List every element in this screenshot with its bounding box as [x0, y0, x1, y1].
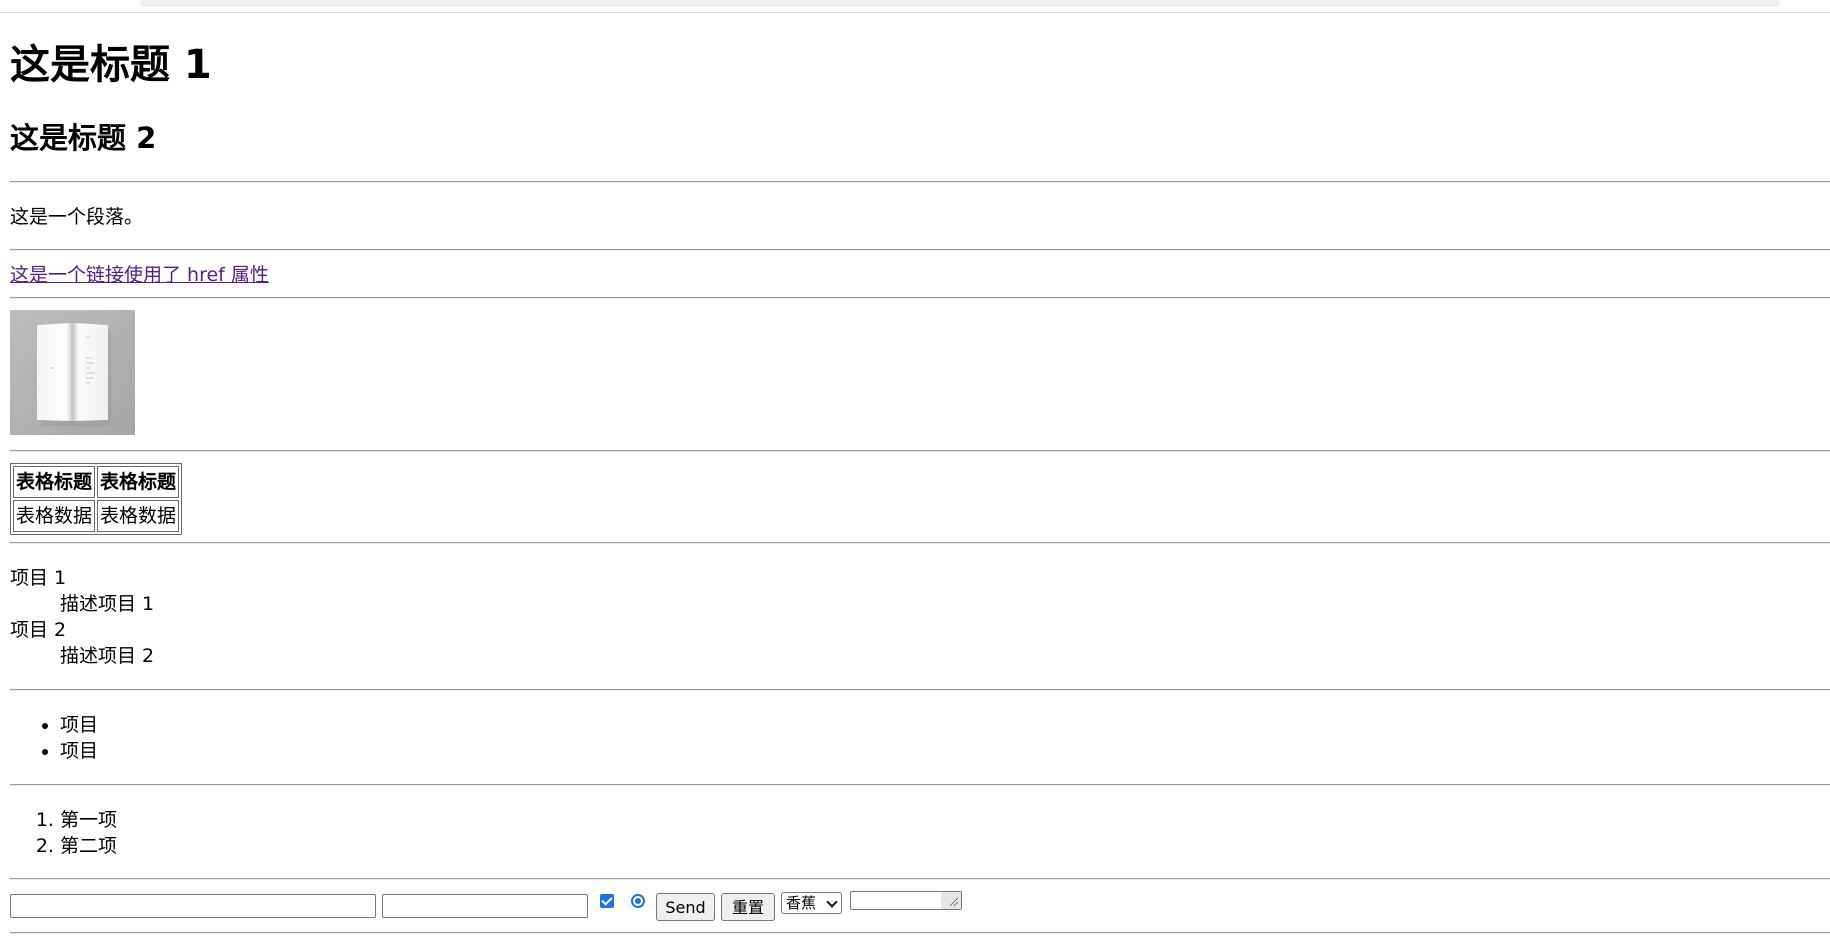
open-book-icon [37, 323, 111, 426]
table-header-cell: 表格标题 [13, 466, 96, 498]
radio-button[interactable] [631, 894, 645, 908]
horizontal-rule [10, 542, 1830, 544]
horizontal-rule [10, 878, 1830, 880]
paragraph: 这是一个段落。 [10, 206, 144, 228]
definition-term: 项目 2 [10, 619, 67, 641]
ordered-list: 第一项 第二项 [10, 807, 117, 859]
definition-list: 项目 1 描述项目 1 项目 2 描述项目 2 [10, 565, 154, 669]
list-item: 第二项 [60, 833, 117, 859]
table-cell: 表格数据 [13, 500, 96, 532]
text-input[interactable] [10, 894, 376, 918]
fruit-select[interactable]: 香蕉 [781, 892, 842, 914]
send-button[interactable]: Send [656, 893, 715, 921]
horizontal-rule [10, 689, 1830, 691]
horizontal-rule [10, 784, 1830, 786]
data-table: 表格标题 表格标题 表格数据 表格数据 [10, 463, 183, 535]
list-item: 项目 [60, 738, 98, 764]
resize-grip-icon[interactable] [941, 892, 961, 909]
reset-button[interactable]: 重置 [721, 893, 775, 921]
horizontal-rule [10, 297, 1830, 299]
radio-dot-icon [635, 898, 641, 904]
horizontal-rule [10, 249, 1830, 251]
definition-term: 项目 1 [10, 567, 67, 589]
select-value: 香蕉 [786, 894, 817, 912]
definition-description: 描述项目 2 [60, 645, 155, 667]
unordered-list: 项目 项目 [10, 712, 98, 764]
checkbox[interactable] [600, 894, 614, 908]
table-row: 表格数据 表格数据 [13, 500, 180, 532]
list-item: 项目 [60, 712, 98, 738]
table-header-cell: 表格标题 [97, 466, 180, 498]
top-divider [0, 12, 1830, 13]
password-input[interactable] [382, 894, 588, 918]
open-book-image [10, 310, 135, 435]
chevron-down-icon [826, 896, 838, 908]
href-link[interactable]: 这是一个链接使用了 href 属性 [10, 262, 269, 288]
list-item: 第一项 [60, 807, 117, 833]
textarea[interactable] [850, 891, 962, 910]
horizontal-rule [10, 932, 1830, 934]
definition-description: 描述项目 1 [60, 593, 155, 615]
browser-top-bar [140, 0, 1780, 6]
table-cell: 表格数据 [97, 500, 180, 532]
checkmark-icon [601, 894, 613, 906]
page: 这是标题 1 这是标题 2 这是一个段落。 这是一个链接使用了 href 属性 [0, 0, 1830, 950]
table-header-row: 表格标题 表格标题 [13, 466, 180, 498]
heading-1: 这是标题 1 [10, 42, 212, 88]
heading-2: 这是标题 2 [10, 121, 157, 155]
horizontal-rule [10, 181, 1830, 183]
horizontal-rule [10, 450, 1830, 452]
